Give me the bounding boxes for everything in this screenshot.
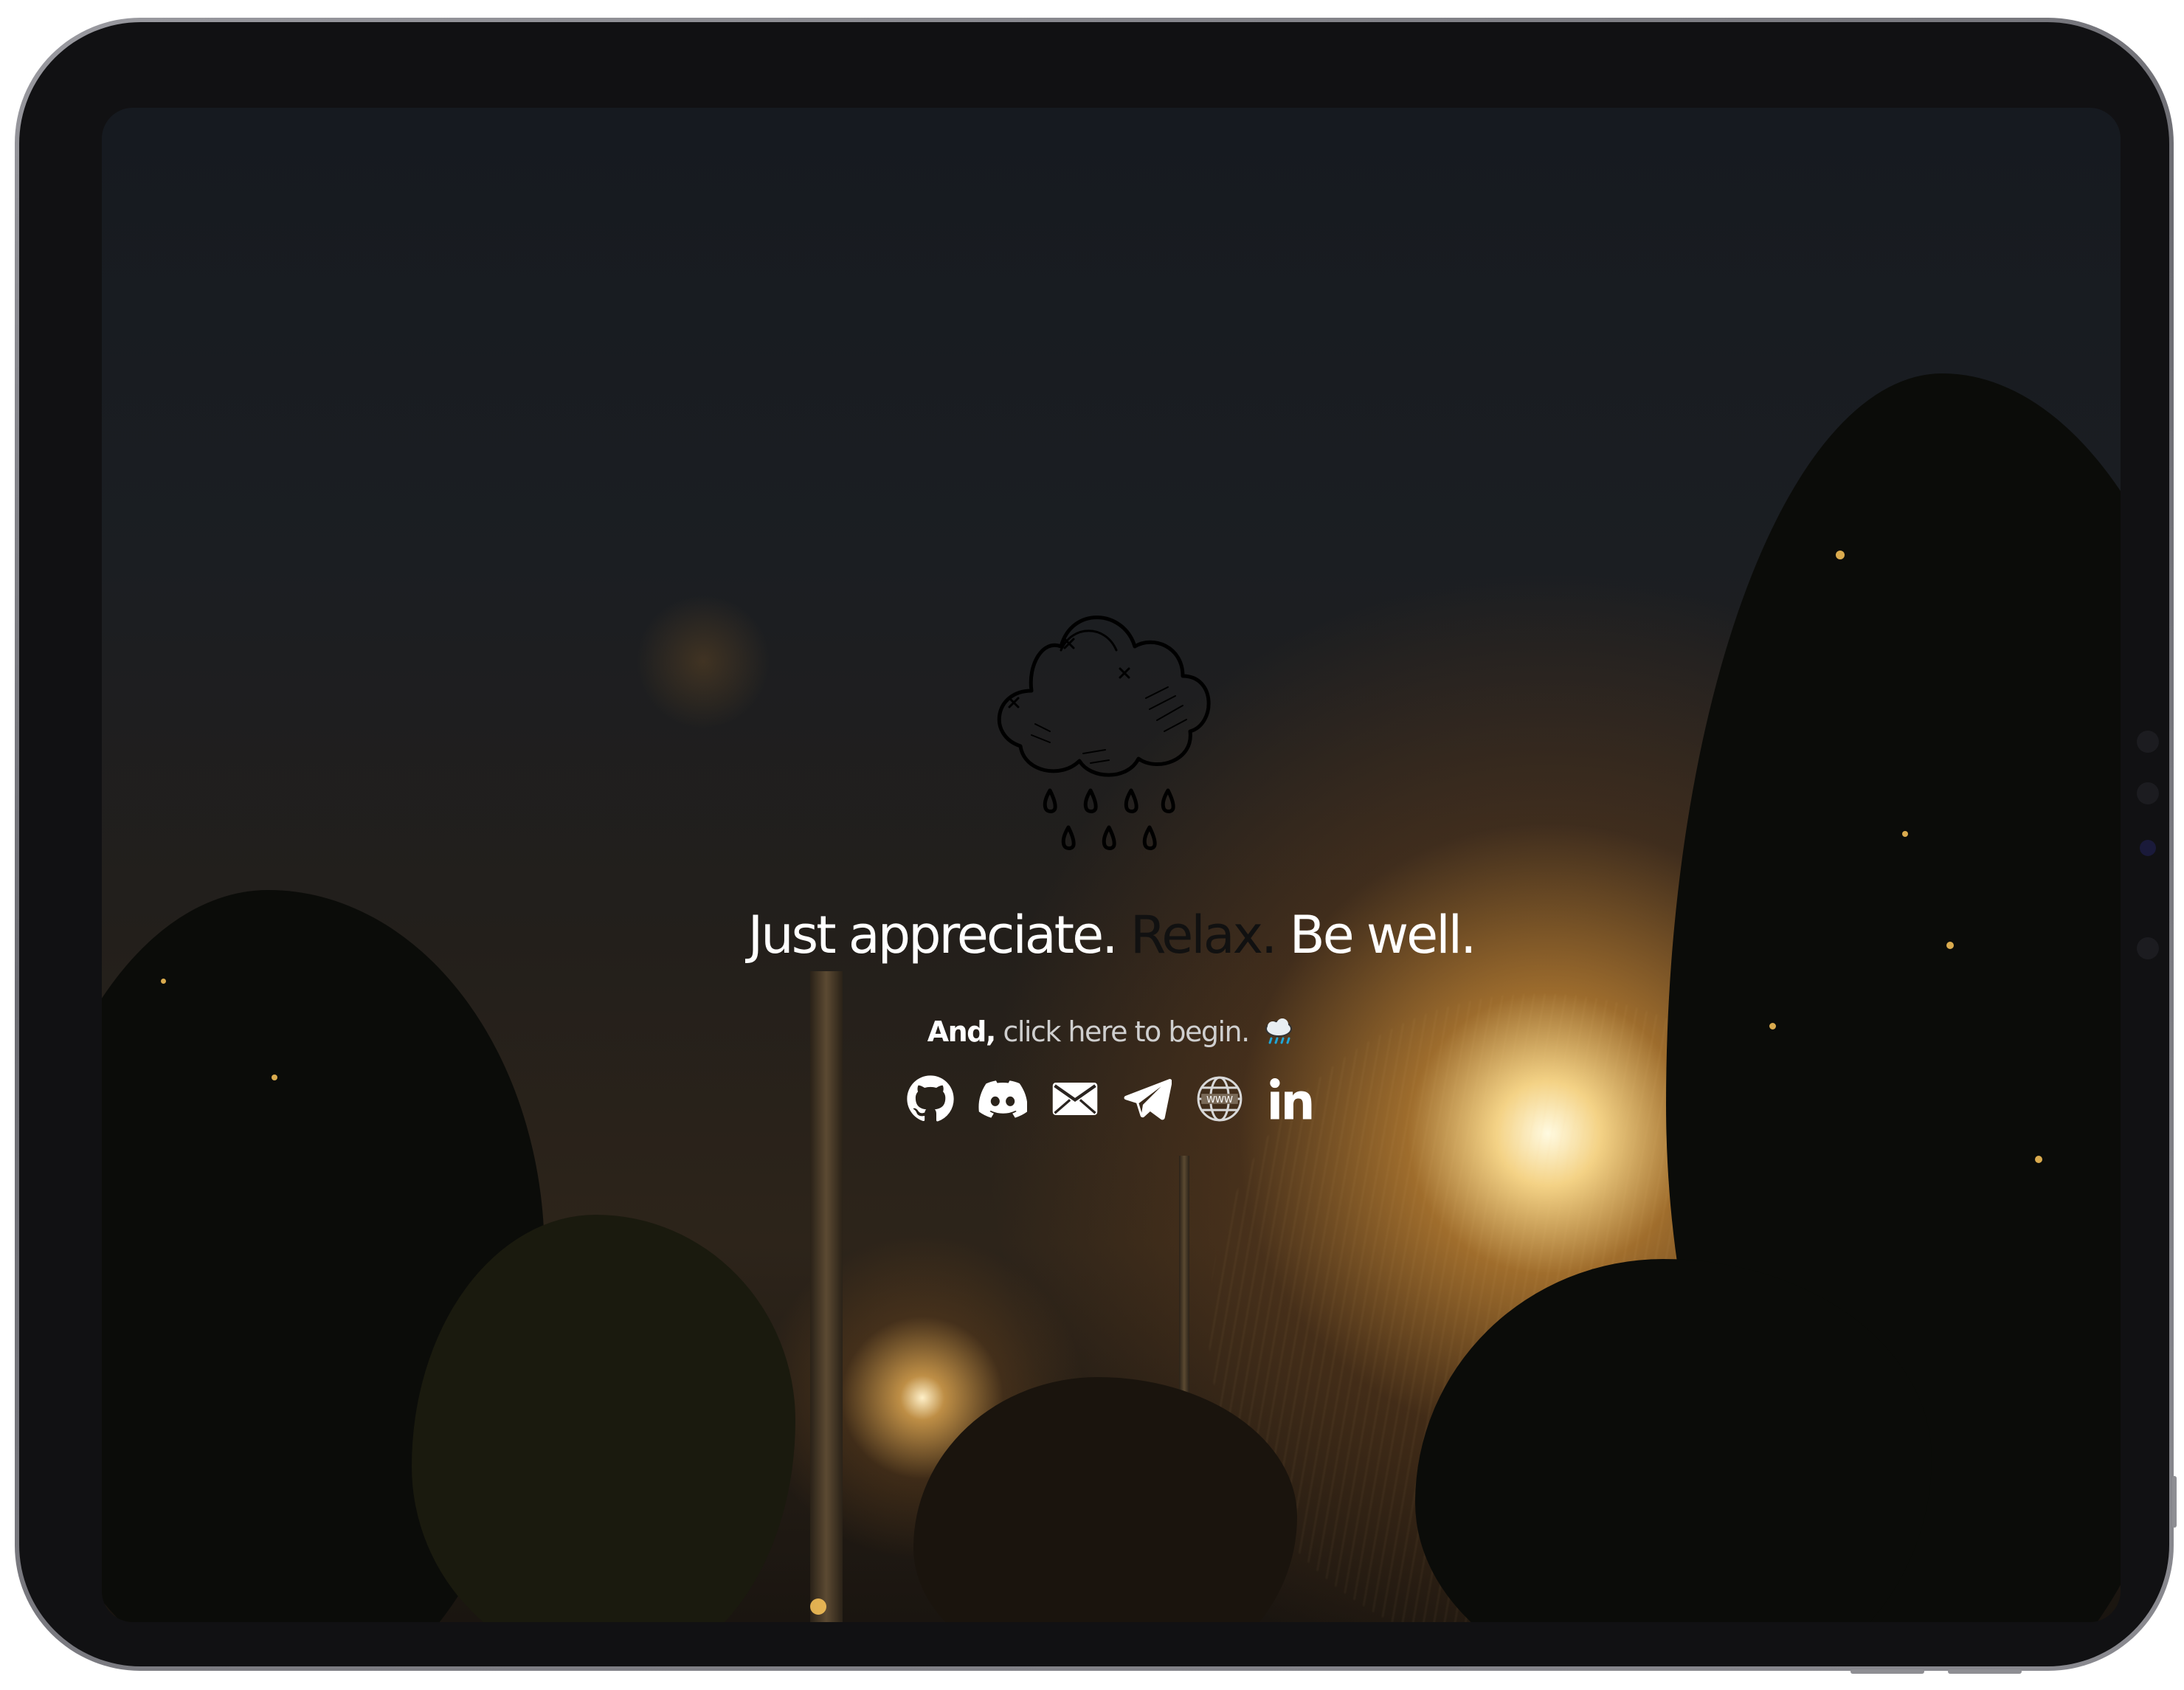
telegram-link[interactable]	[1123, 1075, 1172, 1123]
social-links: WWW	[102, 1075, 2121, 1123]
linkedin-link[interactable]	[1268, 1075, 1316, 1123]
hero: Just appreciate. Relax. Be well. And, cl…	[102, 108, 2121, 1622]
begin-link[interactable]: click here to begin.	[1003, 1015, 1250, 1048]
email-icon	[1052, 1083, 1098, 1115]
tagline-part-3: Be well.	[1289, 905, 1477, 965]
website-icon: WWW	[1197, 1076, 1243, 1122]
rain-cloud-icon	[997, 615, 1211, 850]
discord-link[interactable]	[978, 1075, 1027, 1123]
discord-icon	[978, 1080, 1027, 1118]
github-icon	[907, 1075, 954, 1122]
begin-prompt: And, click here to begin.	[102, 1015, 2121, 1048]
tagline-part-1: Just appreciate.	[747, 905, 1119, 965]
website-link[interactable]: WWW	[1195, 1075, 1244, 1123]
front-camera-icon	[2140, 840, 2156, 856]
camera-bump-icon	[2137, 731, 2159, 753]
sensor-icon	[2137, 937, 2159, 959]
linkedin-icon	[1270, 1077, 1312, 1120]
svg-text:WWW: WWW	[1206, 1094, 1233, 1105]
tagline: Just appreciate. Relax. Be well.	[102, 905, 2121, 965]
telegram-icon	[1124, 1079, 1172, 1120]
ipad-frame: Just appreciate. Relax. Be well. And, cl…	[15, 18, 2174, 1671]
begin-lead-text: And,	[927, 1015, 997, 1048]
top-button-1	[1850, 1669, 1924, 1674]
screen: Just appreciate. Relax. Be well. And, cl…	[102, 108, 2121, 1622]
tagline-part-2: Relax.	[1130, 905, 1278, 965]
sensor-icon	[2137, 782, 2159, 804]
top-button-2	[1948, 1669, 2022, 1674]
ipad-bezel: Just appreciate. Relax. Be well. And, cl…	[19, 22, 2169, 1666]
volume-button	[2172, 1476, 2177, 1528]
email-link[interactable]	[1051, 1075, 1099, 1123]
rain-cloud-emoji-icon	[1265, 1018, 1293, 1044]
github-link[interactable]	[906, 1075, 955, 1123]
